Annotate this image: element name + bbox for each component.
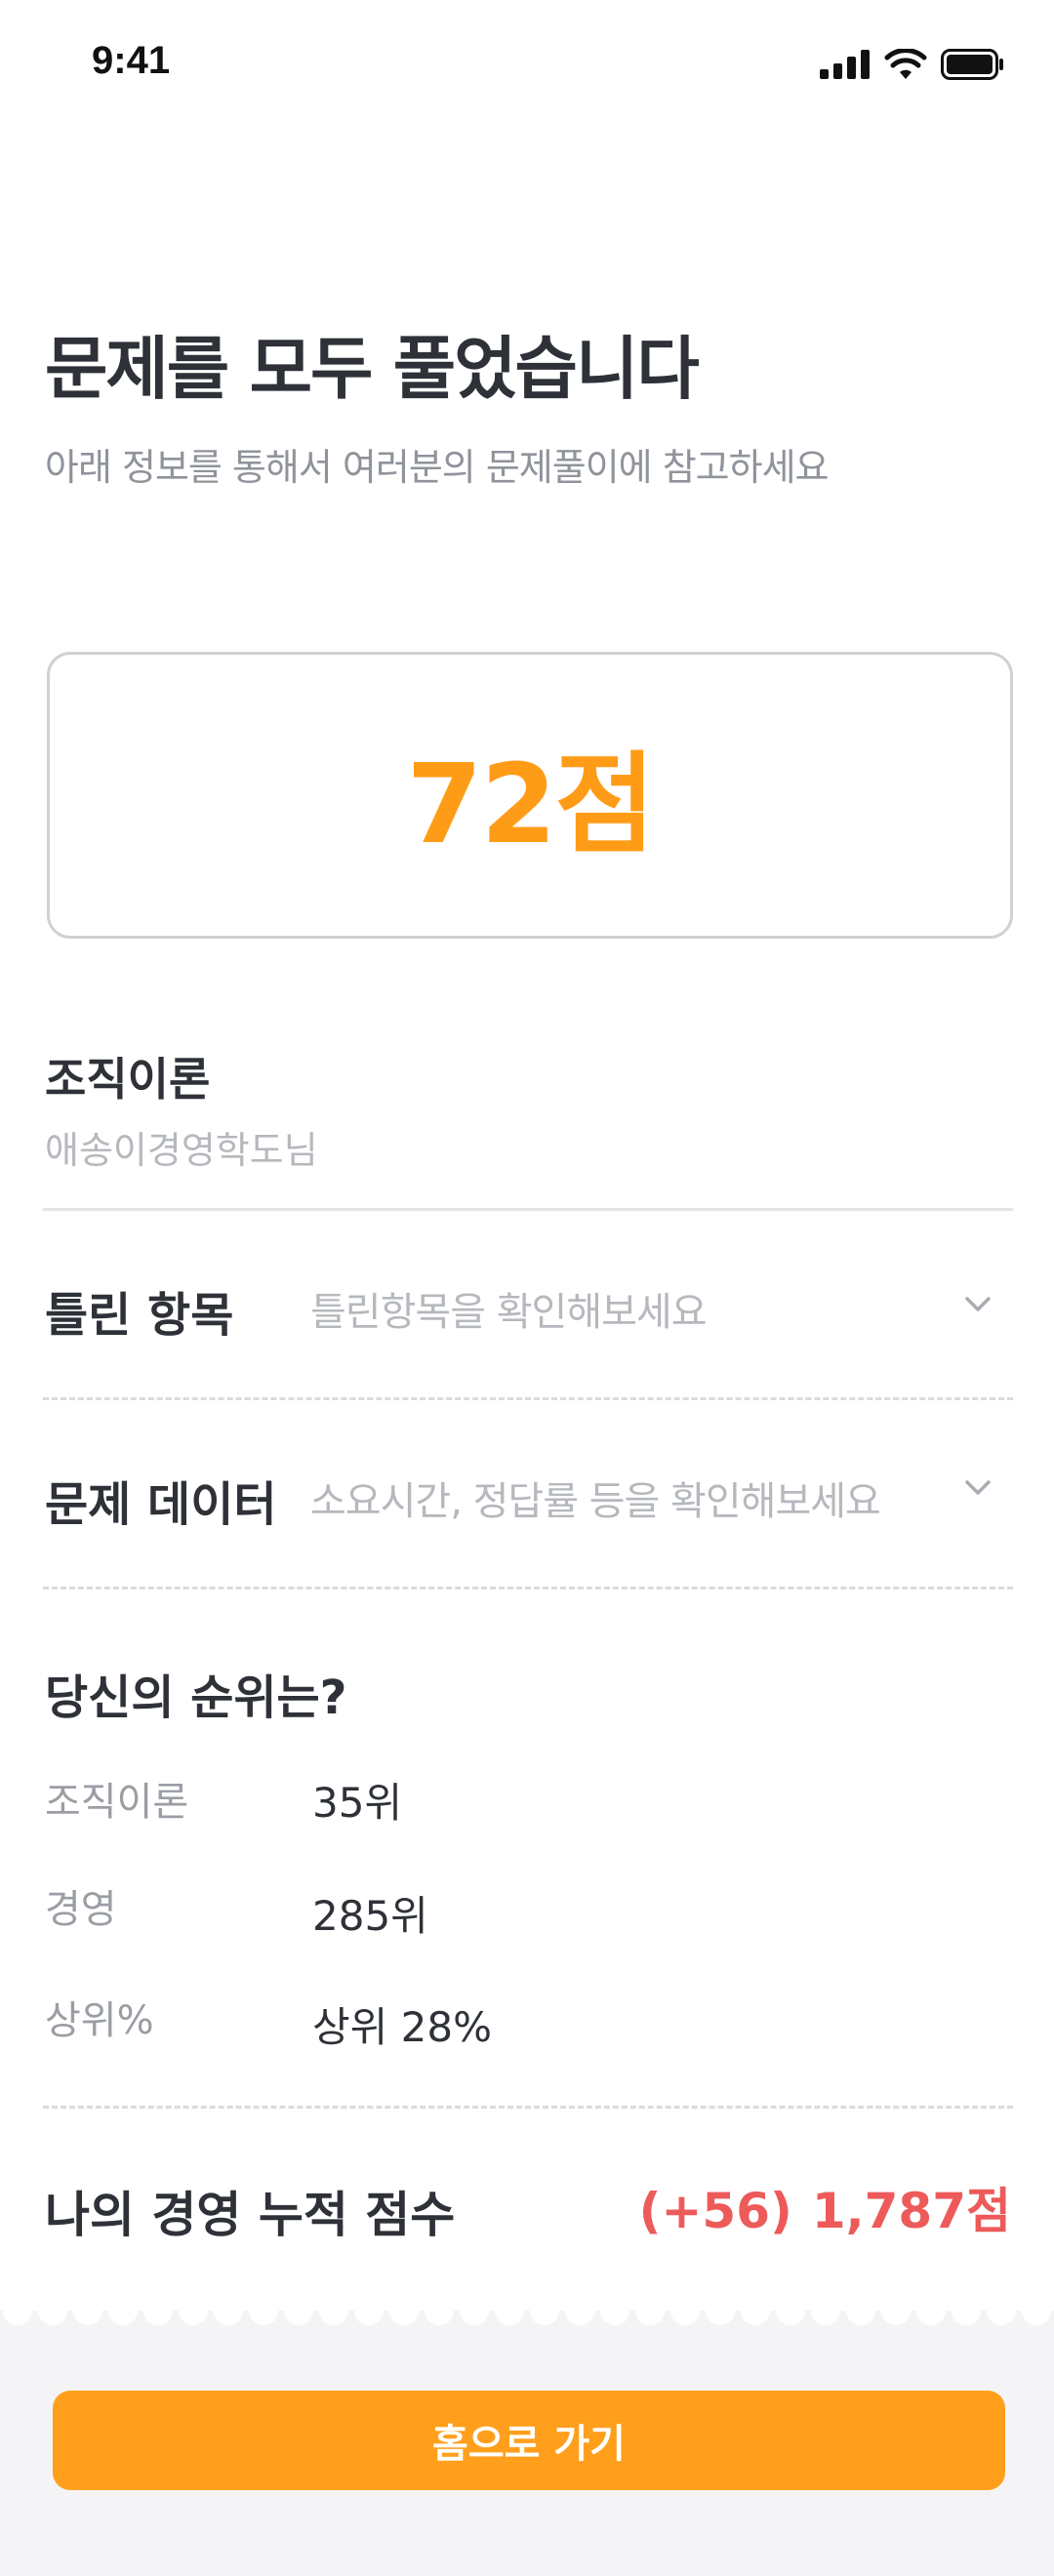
cumulative-score: 1,787점: [811, 2183, 1011, 2239]
chevron-down-icon[interactable]: [960, 1286, 995, 1321]
signal-icon: [820, 50, 870, 79]
rank-label-percent: 상위%: [45, 1998, 154, 2043]
rank-label-category: 경영: [45, 1887, 117, 1932]
problem-data-label: 문제 데이터: [45, 1477, 277, 1532]
rank-value-category: 285위: [312, 1892, 428, 1940]
wrong-items-label: 틀린 항목: [45, 1288, 234, 1343]
divider: [43, 1587, 1013, 1590]
rank-label-subject: 조직이론: [45, 1780, 189, 1825]
problem-data-hint: 소요시간, 정답률 등을 확인해보세요: [310, 1479, 881, 1524]
total-score: (+56) 1,787점: [639, 2172, 1011, 2242]
wrong-items-hint: 틀린항목을 확인해보세요: [310, 1290, 708, 1335]
divider: [43, 2106, 1013, 2109]
battery-icon: [941, 49, 1003, 80]
rank-value-subject: 35위: [312, 1779, 403, 1827]
subject-title: 조직이론: [45, 1053, 211, 1106]
page-title: 문제를 모두 풀었습니다: [45, 329, 700, 409]
user-name: 애송이경영학도님: [45, 1129, 318, 1172]
total-score-label: 나의 경영 누적 점수: [45, 2187, 456, 2243]
status-icons: [820, 45, 1005, 84]
home-button[interactable]: 홈으로 가기: [53, 2391, 1005, 2490]
ticket-edge: [0, 2289, 1054, 2325]
wifi-icon: [884, 49, 927, 79]
score-delta: (+56): [638, 2183, 792, 2239]
score-value: 72점: [406, 742, 656, 868]
divider: [43, 1397, 1013, 1400]
chevron-down-icon[interactable]: [960, 1469, 995, 1505]
score-box: 72점: [47, 652, 1013, 939]
header-area: 9:41 문제를 모두 풀었습니다 아래 정보를 통해서 여러분의 문제풀이에 …: [0, 0, 1054, 605]
divider: [43, 1208, 1013, 1211]
status-time: 9:41: [92, 39, 171, 82]
rank-value-percent: 상위 28%: [312, 2003, 492, 2051]
page-subtitle: 아래 정보를 통해서 여러분의 문제풀이에 참고하세요: [45, 446, 830, 489]
ranking-title: 당신의 순위는?: [45, 1670, 347, 1725]
status-bar: 9:41: [0, 0, 1054, 127]
result-card: 72점 조직이론 애송이경영학도님 틀린 항목 틀린항목을 확인해보세요 문제 …: [0, 603, 1054, 2311]
